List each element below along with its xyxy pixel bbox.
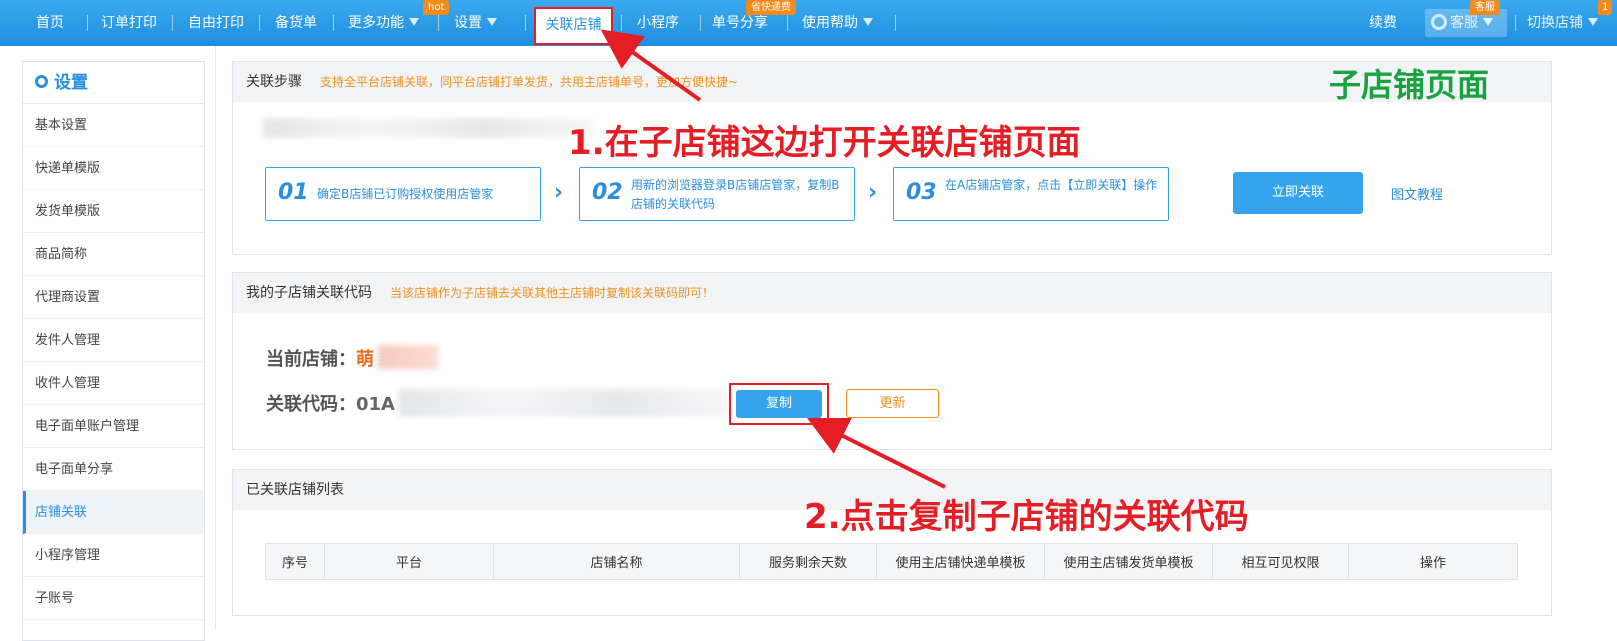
arrow-to-copy-button — [807, 418, 946, 489]
annotation-arrows — [600, 29, 946, 489]
arrow-to-linked-shop-tab — [600, 29, 702, 102]
